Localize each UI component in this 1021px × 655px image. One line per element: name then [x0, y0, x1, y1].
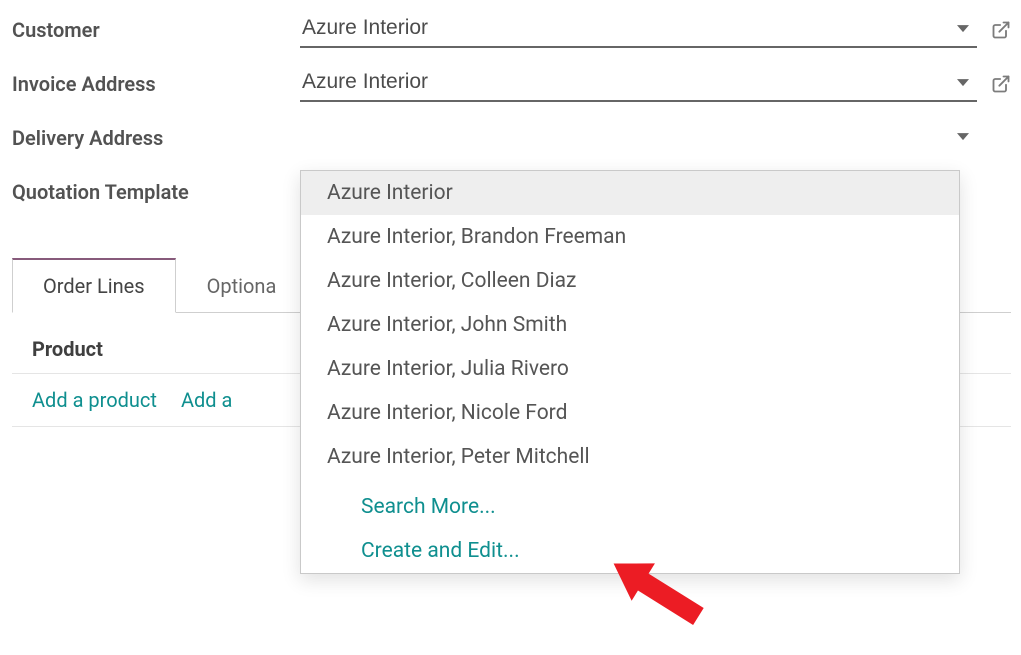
row-customer: Customer [12, 12, 1011, 48]
dropdown-option[interactable]: Azure Interior, Peter Mitchell [301, 435, 959, 479]
delivery-address-dropdown: Azure Interior Azure Interior, Brandon F… [300, 170, 960, 574]
dropdown-create-and-edit[interactable]: Create and Edit... [301, 529, 959, 573]
dropdown-option[interactable]: Azure Interior, Julia Rivero [301, 347, 959, 391]
chevron-down-icon [957, 133, 969, 140]
external-link-icon [991, 20, 1011, 40]
dropdown-option[interactable]: Azure Interior, Brandon Freeman [301, 215, 959, 259]
tab-order-lines[interactable]: Order Lines [12, 258, 176, 313]
external-link-icon [991, 74, 1011, 94]
sales-order-form: Customer Invoice Address Delivery Addres… [0, 0, 1021, 427]
dropdown-option[interactable]: Azure Interior, Colleen Diaz [301, 259, 959, 303]
control-invoice-address [300, 66, 1011, 102]
add-product-button[interactable]: Add a product [32, 388, 157, 412]
delivery-address-dropdown-toggle[interactable] [947, 120, 977, 156]
label-quotation-template: Quotation Template [12, 180, 300, 204]
dropdown-option[interactable]: Azure Interior, John Smith [301, 303, 959, 347]
label-customer: Customer [12, 18, 300, 42]
chevron-down-icon [957, 25, 969, 32]
dropdown-option[interactable]: Azure Interior [301, 171, 959, 215]
invoice-address-input[interactable] [300, 66, 977, 102]
customer-dropdown-toggle[interactable] [947, 12, 977, 48]
control-customer [300, 12, 1011, 48]
chevron-down-icon [957, 79, 969, 86]
dropdown-search-more[interactable]: Search More... [301, 485, 959, 529]
add-section-button[interactable]: Add a [181, 388, 232, 412]
control-delivery-address [300, 120, 1011, 156]
label-invoice-address: Invoice Address [12, 72, 300, 96]
invoice-address-dropdown-toggle[interactable] [947, 66, 977, 102]
delivery-address-input[interactable] [300, 120, 977, 156]
tab-optional-products[interactable]: Optiona [176, 259, 308, 312]
label-delivery-address: Delivery Address [12, 126, 300, 150]
row-invoice-address: Invoice Address [12, 66, 1011, 102]
row-delivery-address: Delivery Address [12, 120, 1011, 156]
dropdown-option[interactable]: Azure Interior, Nicole Ford [301, 391, 959, 435]
invoice-address-external-link[interactable] [991, 74, 1011, 94]
customer-input[interactable] [300, 12, 977, 48]
customer-external-link[interactable] [991, 20, 1011, 40]
